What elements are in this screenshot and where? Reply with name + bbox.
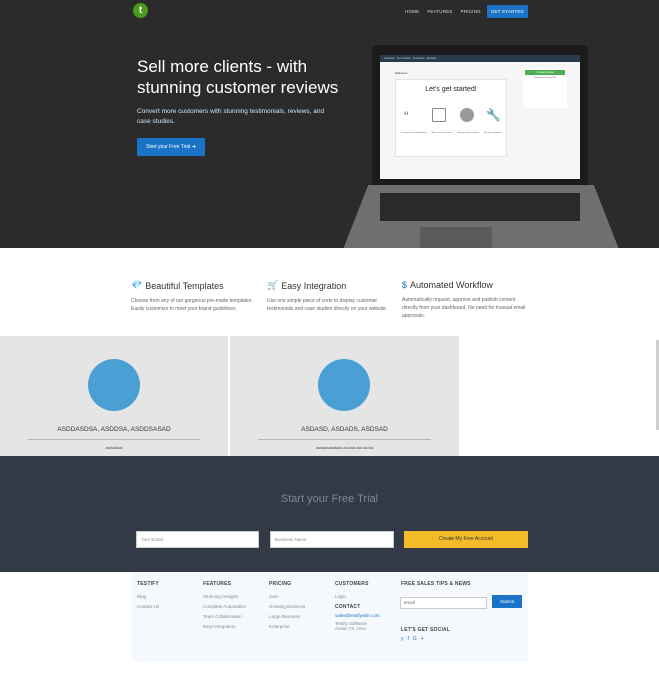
card-name: ASDDASDSA, ASDDSA, ASDDSASAD [57,426,171,433]
cart-icon: 🛒 [267,280,279,290]
card-subtitle: asdsdasdadsads asd asd asd asd sa [315,446,374,450]
feature-text: Automatically request, approve and publi… [402,297,526,319]
footer-col-testify: TESTIFY Blog Contact Us [137,581,159,614]
arrow-circle-icon: ➜ [191,144,196,150]
diamond-icon: 💎 [131,280,143,290]
contact-heading: CONTACT [335,604,361,610]
top-nav: HOME FEATURES PRICING GET STARTED [397,5,528,18]
create-review-button: + Create Review [525,70,565,75]
email-field[interactable]: Your Email [136,531,259,548]
footer-heading: TESTIFY [137,581,159,587]
feature-integration: 🛒 Easy Integration Use one simple piece o… [267,280,392,313]
screen-steps: Customize your dashboard Write your firs… [398,132,504,134]
card-name: ASDASD, ASDADS, ASDSAD [301,426,388,433]
footer-link[interactable]: Large Business [269,614,305,619]
avatar [318,359,370,411]
laptop-keyboard [380,193,580,221]
screen-step: Set up automation [483,132,502,134]
footer-heading: PRICING [269,581,292,587]
clipboard-icon [432,108,446,122]
quote-icon: “ [404,108,409,124]
business-name-field[interactable]: Business Name [270,531,394,548]
footer-link[interactable]: Stunning Designs [203,594,246,599]
feature-workflow: $ Automated Workflow Automatically reques… [402,280,527,320]
screen-sidebar: + Create Review Download Testimonials [523,68,567,108]
download-label: Download Testimonials [533,77,557,79]
card-divider [258,439,431,440]
wrench-icon: 🔧 [486,108,501,122]
footer-col-customers: CUSTOMERS Login CONTACT sales@testifywit… [335,581,380,636]
footer-link[interactable]: Team Collaboration [203,614,246,619]
get-started-button[interactable]: GET STARTED [486,5,528,18]
laptop-touchpad [420,227,492,249]
footer-link[interactable]: Complete Automation [203,604,246,609]
footer-heading: CUSTOMERS [335,581,369,587]
footer-link[interactable]: Easy Integration [203,624,246,629]
footer-link[interactable]: Growing Business [269,604,305,609]
newsletter-submit-button[interactable]: Submit [492,595,522,608]
card-subtitle: asdsadads [105,446,123,450]
footer-link[interactable]: Solo [269,594,305,599]
feature-text: Use one simple piece of code to display … [267,298,388,312]
footer-col-pricing: PRICING Solo Growing Business Large Busi… [269,581,305,634]
feature-title: Automated Workflow [410,280,493,290]
screen-tabs: Overview Your reviews Customize Reviews [384,57,436,60]
footer-link[interactable]: Blog [137,594,159,599]
social-icons: yfG+ [401,636,428,642]
screen-tab: Reviews [426,57,437,60]
footer: TESTIFY Blog Contact Us FEATURES Stunnin… [132,573,528,662]
testify-logo[interactable]: t [133,3,148,18]
nav-home[interactable]: HOME [405,9,419,14]
screen-heading: Let's get started! [425,86,477,93]
laptop-screen: Overview Your reviews Customize Reviews … [380,55,580,179]
users-icon [460,108,474,122]
hero-subtitle: Convert more customers with stunning tes… [137,108,325,125]
features-section: 💎 Beautiful Templates Choose from any of … [0,248,659,336]
screen-panel: Let's get started! “ 🔧 Customize your da… [395,79,507,157]
hero-section: t HOME FEATURES PRICING GET STARTED Sell… [0,0,659,257]
testimonial-card: ASDDASDSA, ASDDSA, ASDDSASAD asdsadads [0,336,228,456]
footer-heading: FEATURES [203,581,232,587]
avatar [88,359,140,411]
feature-templates: 💎 Beautiful Templates Choose from any of … [131,280,256,313]
nav-features[interactable]: FEATURES [427,9,452,14]
testimonial-card: ASDASD, ASDADS, ASDSAD asdsdasdadsads as… [230,336,459,456]
card-divider [28,439,200,440]
hero-title: Sell more clients - with stunning custom… [137,57,339,97]
start-trial-button[interactable]: Start your Free Trial ➜ [137,138,205,156]
screen-tab: Customize [412,57,425,60]
laptop-image: Overview Your reviews Customize Reviews … [340,45,622,257]
contact-line: Austin TX, USA [335,626,367,631]
screen-tab: Your reviews [396,57,411,60]
start-trial-label: Start your Free Trial [146,144,191,150]
screen-step: Customize your dashboard [400,132,427,134]
footer-link[interactable]: Contact Us [137,604,159,609]
nav-pricing[interactable]: PRICING [461,9,481,14]
footer-heading: FREE SALES TIPS & NEWS [401,581,471,587]
dollar-icon: $ [402,280,408,290]
trial-title: Start your Free Trial [280,493,379,505]
screen-step: Request more reviews [457,132,479,134]
footer-link[interactable]: Login [335,594,380,599]
footer-col-news: FREE SALES TIPS & NEWS [401,581,471,594]
footer-heading: LET'S GET SOCIAL [401,627,451,633]
create-account-button[interactable]: Create My Free Account [404,531,528,548]
feature-title: Beautiful Templates [145,280,224,291]
google-plus-icon[interactable]: G+ [413,636,428,642]
contact-email-link[interactable]: sales@testifywith.com [335,613,380,618]
footer-link[interactable]: Enterprise [269,624,305,629]
footer-col-features: FEATURES Stunning Designs Complete Autom… [203,581,246,634]
feature-text: Choose from any of our gorgeous pre-made… [131,298,253,312]
trial-section: Start your Free Trial Your Email Busines… [0,456,659,572]
feature-title: Easy Integration [281,280,347,291]
newsletter-email-input[interactable]: email [400,597,487,609]
screen-welcome: Welcome [395,71,408,75]
screen-tab: Overview [384,57,395,60]
screen-step: Write your first review [431,132,453,134]
